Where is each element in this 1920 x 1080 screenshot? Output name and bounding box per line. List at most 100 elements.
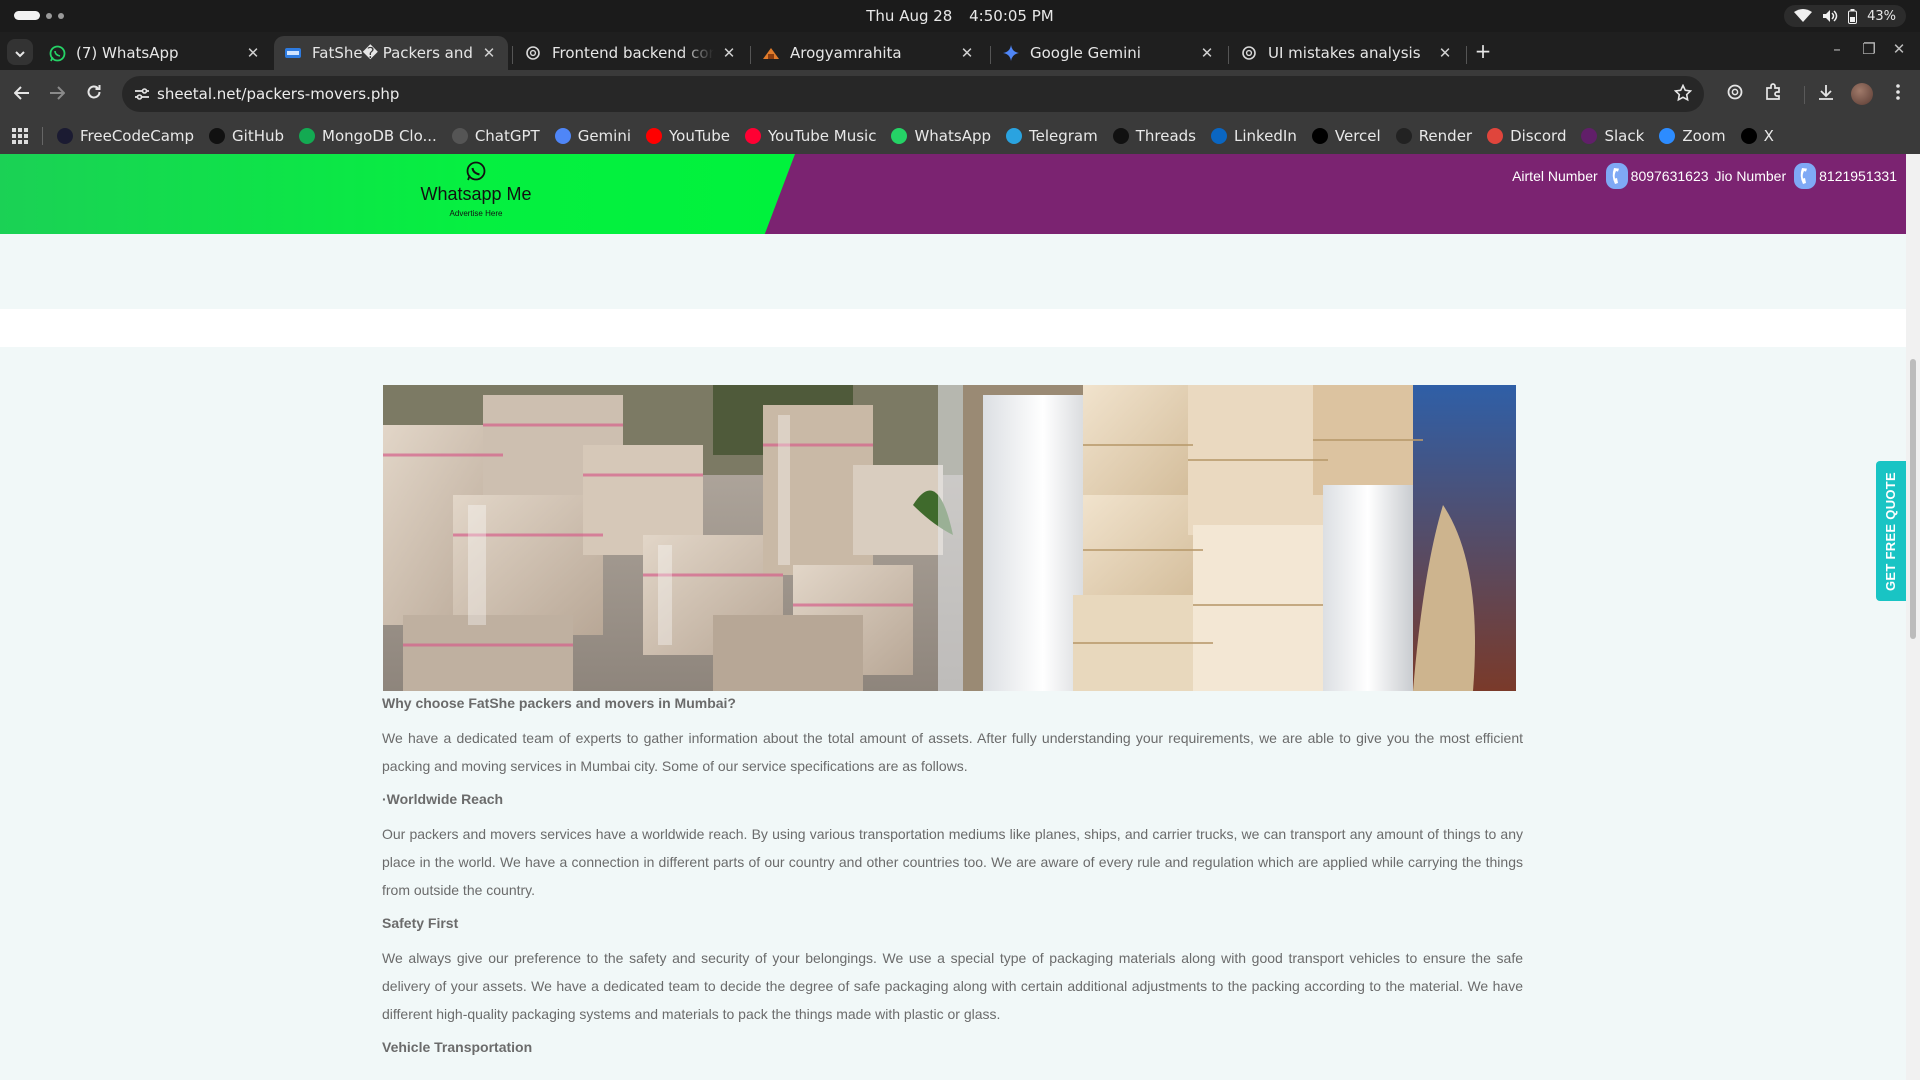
reload-icon bbox=[86, 84, 102, 104]
tab-separator bbox=[990, 46, 991, 64]
packed-goods-photo bbox=[383, 385, 1516, 691]
bookmark-x[interactable]: X bbox=[1740, 127, 1774, 145]
bookmark-linkedin[interactable]: LinkedIn bbox=[1211, 127, 1297, 145]
bookmark-vercel[interactable]: Vercel bbox=[1311, 127, 1381, 145]
downloads-button[interactable] bbox=[1814, 82, 1838, 106]
bookmarks-separator bbox=[42, 127, 43, 145]
get-free-quote-button[interactable]: GET FREE QUOTE bbox=[1876, 461, 1906, 601]
chatgpt-extension-button[interactable] bbox=[1723, 82, 1747, 106]
forward-button[interactable] bbox=[45, 82, 69, 106]
section-title-worldwide-reach: ·Worldwide Reach bbox=[382, 791, 504, 807]
tab-frontend-backend[interactable]: Frontend backend connection ✕ bbox=[514, 36, 748, 70]
close-icon[interactable]: ✕ bbox=[480, 44, 498, 62]
clock-time: 4:50:05 PM bbox=[969, 7, 1054, 25]
bookmark-threads[interactable]: Threads bbox=[1112, 127, 1196, 145]
tab-title: Google Gemini bbox=[1030, 44, 1141, 62]
bookmark-label: Telegram bbox=[1029, 127, 1098, 145]
bookmark-chatgpt[interactable]: ChatGPT bbox=[451, 127, 540, 145]
tab-google-gemini[interactable]: Google Gemini ✕ bbox=[992, 36, 1226, 70]
bookmark-zoom[interactable]: Zoom bbox=[1659, 127, 1726, 145]
linkedin-icon bbox=[1211, 128, 1227, 144]
tab-arogyamrahita[interactable]: Arogyamrahita ✕ bbox=[752, 36, 986, 70]
bookmark-label: X bbox=[1763, 127, 1774, 145]
bookmark-youtube-music[interactable]: YouTube Music bbox=[745, 127, 876, 145]
tab-title: Frontend backend connection bbox=[552, 44, 714, 62]
section-title-safety-first: Safety First bbox=[382, 915, 459, 931]
site-favicon bbox=[284, 44, 302, 62]
extensions-button[interactable] bbox=[1761, 82, 1785, 106]
article-heading: Why choose FatShe packers and movers in … bbox=[382, 695, 736, 711]
system-tray[interactable]: 43% bbox=[1784, 5, 1906, 27]
address-bar[interactable]: sheetal.net/packers-movers.php bbox=[122, 76, 1704, 112]
bookmark-github[interactable]: GitHub bbox=[209, 127, 284, 145]
bookmark-label: Zoom bbox=[1682, 127, 1726, 145]
jio-number[interactable]: 8121951331 bbox=[1819, 168, 1897, 184]
article-content: Why choose FatShe packers and movers in … bbox=[382, 694, 1523, 1056]
contact-numbers: Airtel Number 8097631623 Jio Number 8121… bbox=[1512, 163, 1897, 189]
bookmark-list: FreeCodeCamp GitHub MongoDB Clo... ChatGPT G… bbox=[57, 127, 1789, 145]
vercel-icon bbox=[1311, 128, 1328, 144]
tab-separator bbox=[512, 46, 513, 64]
phone-icon bbox=[1794, 163, 1817, 189]
youtube-music-icon bbox=[745, 128, 762, 144]
url-host: sheetal.net bbox=[157, 85, 242, 103]
airtel-number[interactable]: 8097631623 bbox=[1631, 168, 1709, 184]
tab-fatshe-packers[interactable]: FatShe� Packers and Movers ✕ bbox=[274, 36, 508, 70]
github-icon bbox=[209, 128, 226, 144]
profile-avatar[interactable] bbox=[1851, 83, 1873, 105]
site-info-icon[interactable] bbox=[131, 84, 153, 104]
close-icon[interactable]: ✕ bbox=[720, 44, 738, 62]
bookmark-mongodb-clo[interactable]: MongoDB Clo... bbox=[299, 127, 437, 145]
browser-menu-button[interactable] bbox=[1886, 82, 1910, 106]
bookmark-discord[interactable]: Discord bbox=[1487, 127, 1566, 145]
reload-button[interactable] bbox=[82, 82, 106, 106]
bookmark-gemini[interactable]: Gemini bbox=[554, 127, 631, 145]
kebab-menu-icon bbox=[1896, 84, 1900, 104]
whatsapp-ad[interactable]: Whatsapp Me Advertise Here bbox=[400, 160, 552, 218]
close-icon[interactable]: ✕ bbox=[1198, 44, 1216, 62]
bookmark-label: LinkedIn bbox=[1234, 127, 1297, 145]
battery-percent: 43% bbox=[1867, 8, 1896, 24]
close-window-button[interactable]: ✕ bbox=[1888, 40, 1910, 58]
new-tab-button[interactable]: + bbox=[1472, 40, 1494, 62]
tab-strip: (7) WhatsApp ✕ FatShe� Packers and Mover… bbox=[0, 32, 1920, 70]
apps-grid-icon[interactable] bbox=[12, 128, 28, 144]
bookmark-render[interactable]: Render bbox=[1395, 127, 1472, 145]
restore-button[interactable]: ❐ bbox=[1858, 40, 1880, 58]
chatgpt-icon bbox=[1726, 83, 1744, 105]
close-icon[interactable]: ✕ bbox=[244, 44, 262, 62]
arrow-left-icon bbox=[13, 85, 30, 104]
restore-icon: ❐ bbox=[1862, 40, 1876, 58]
close-icon[interactable]: ✕ bbox=[1436, 44, 1454, 62]
bookmark-whatsapp[interactable]: WhatsApp bbox=[891, 127, 991, 145]
bookmark-youtube[interactable]: YouTube bbox=[646, 127, 730, 145]
bookmark-star-icon[interactable] bbox=[1673, 83, 1693, 106]
tab-search-button[interactable] bbox=[7, 39, 33, 65]
bookmark-label: YouTube Music bbox=[768, 127, 877, 145]
minimize-button[interactable]: – bbox=[1826, 40, 1848, 58]
clock[interactable]: Thu Aug 28 4:50:05 PM bbox=[0, 7, 1920, 25]
bookmark-freecodecamp[interactable]: FreeCodeCamp bbox=[57, 127, 194, 145]
tab-ui-mistakes[interactable]: UI mistakes analysis ✕ bbox=[1230, 36, 1464, 70]
chatgpt-icon bbox=[451, 128, 468, 144]
bookmark-slack[interactable]: Slack bbox=[1581, 127, 1644, 145]
scrollbar-thumb[interactable] bbox=[1910, 359, 1916, 639]
whatsapp-ad-block[interactable]: Whatsapp Me Advertise Here bbox=[0, 154, 795, 234]
bookmark-label: Discord bbox=[1510, 127, 1567, 145]
tab-separator bbox=[1466, 46, 1467, 64]
nav-placeholder-band bbox=[0, 309, 1906, 347]
bookmark-telegram[interactable]: Telegram bbox=[1006, 127, 1098, 145]
slack-icon bbox=[1581, 128, 1598, 144]
toolbar-divider bbox=[1804, 86, 1805, 104]
youtube-icon bbox=[646, 128, 663, 144]
bookmark-label: YouTube bbox=[669, 127, 731, 145]
get-free-quote-label: GET FREE QUOTE bbox=[1883, 471, 1899, 591]
bookmark-label: Threads bbox=[1135, 127, 1196, 145]
back-button[interactable] bbox=[10, 82, 34, 106]
arogyam-icon bbox=[762, 44, 780, 62]
telegram-icon bbox=[1006, 128, 1022, 144]
close-icon[interactable]: ✕ bbox=[958, 44, 976, 62]
discord-icon bbox=[1487, 128, 1504, 144]
tab-whatsapp[interactable]: (7) WhatsApp ✕ bbox=[38, 36, 272, 70]
page-scrollbar[interactable] bbox=[1906, 154, 1920, 1080]
